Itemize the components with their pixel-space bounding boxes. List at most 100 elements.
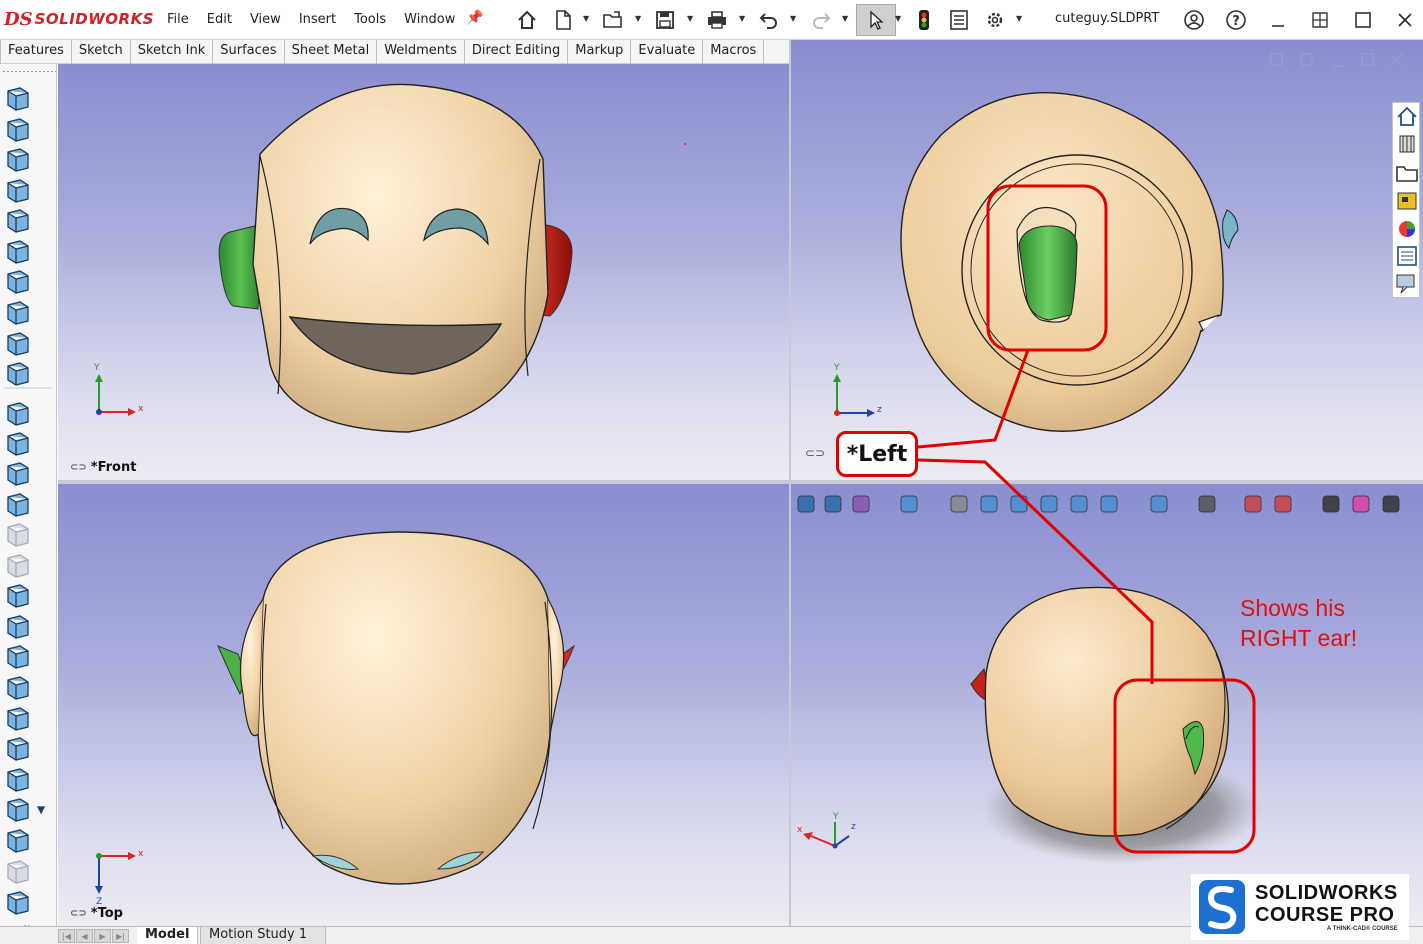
tab-macros[interactable]: Macros [703,40,765,64]
custom-properties-icon[interactable] [1397,246,1417,266]
chevron-down-icon[interactable]: ▼ [583,14,589,23]
head-body[interactable] [257,531,551,885]
viewport-front[interactable]: Y x ⊂⊃ *Front [58,64,789,480]
dome-icon[interactable] [7,707,29,731]
zoom-to-area-icon[interactable] [824,495,842,513]
menu-insert[interactable]: Insert [290,10,345,29]
tab-model[interactable]: Model [137,927,199,944]
menu-file[interactable]: File [158,10,198,29]
wrap-icon[interactable] [7,554,29,578]
view-palette-icon[interactable] [1397,192,1417,210]
chevron-down-icon[interactable]: ▼ [1016,14,1022,23]
move-copy-icon[interactable] [7,860,29,884]
tab-markup[interactable]: Markup [568,40,632,64]
tab-evaluate[interactable]: Evaluate [631,40,704,64]
tab-direct-editing[interactable]: Direct Editing [465,40,569,64]
shell-icon[interactable] [7,523,29,547]
hole-wizard-icon[interactable] [7,270,29,294]
horizontal-splitter[interactable] [58,480,1423,484]
intersect-icon[interactable] [7,584,29,608]
redo-icon[interactable] [808,7,834,33]
prev-tab-icon[interactable]: ◀ [76,929,93,943]
linear-pattern-icon[interactable] [7,432,29,456]
appearance-color-icon[interactable] [1244,495,1262,513]
options-gear-icon[interactable] [982,7,1008,33]
maximize-icon[interactable] [1350,7,1376,33]
mirror-icon[interactable] [7,798,29,822]
design-library-icon[interactable] [1399,135,1415,153]
rainbow-display-icon[interactable] [1352,495,1370,513]
edit-appearance-icon[interactable] [1070,495,1088,513]
lofted-boss-icon[interactable] [7,179,29,203]
file-properties-icon[interactable] [946,7,972,33]
draft-icon[interactable] [7,493,29,517]
section-view-icon[interactable] [900,495,918,513]
zoom-to-fit-icon[interactable] [797,495,815,513]
home-icon[interactable] [514,7,540,33]
next-tab-icon[interactable]: ▶ [94,929,111,943]
tab-weldments[interactable]: Weldments [377,40,465,64]
pin-icon[interactable]: 📌 [466,10,483,26]
tab-sketch[interactable]: Sketch [72,40,131,64]
realview-icon[interactable] [1322,495,1340,513]
menu-view[interactable]: View [241,10,290,29]
undo-icon[interactable] [756,7,782,33]
chevron-down-icon[interactable]: ▼ [842,14,848,23]
home-icon[interactable] [1397,106,1417,126]
head-body[interactable] [984,586,1230,837]
swept-boss-icon[interactable] [7,148,29,172]
solidworks-logo[interactable]: DS SOLIDWORKS [4,6,154,32]
new-document-icon[interactable] [550,7,576,33]
lofted-cut-icon[interactable] [7,362,29,386]
head-body[interactable] [252,83,549,433]
menu-edit[interactable]: Edit [198,10,241,29]
chevron-down-icon[interactable]: ▼ [37,804,45,814]
print-icon[interactable] [704,7,730,33]
tab-sheet-metal[interactable]: Sheet Metal [285,40,378,64]
last-tab-icon[interactable]: ▶| [112,929,129,943]
viewport-left[interactable]: Y z [791,40,1423,480]
save-icon[interactable] [652,7,678,33]
menu-tools[interactable]: Tools [345,10,395,29]
first-tab-icon[interactable]: |◀ [58,929,75,943]
restore-icon[interactable] [1307,7,1333,33]
chevron-down-icon[interactable]: ▼ [895,14,901,23]
chevron-down-icon[interactable]: ▼ [739,14,745,23]
view-settings-icon[interactable] [1150,495,1168,513]
select-cursor-icon[interactable] [856,4,896,36]
link-views-icon[interactable]: ⊂⊃ [70,908,87,919]
previous-view-icon[interactable] [852,495,870,513]
viewport-window-controls[interactable] [1270,53,1403,67]
viewport-top[interactable]: x Z ⊂⊃ *Top [58,484,789,926]
boundary-boss-icon[interactable] [7,209,29,233]
menu-window[interactable]: Window [395,10,464,29]
link-views-icon[interactable]: ⊂⊃ [70,462,87,473]
file-explorer-icon[interactable] [1396,166,1418,182]
tab-surfaces[interactable]: Surfaces [213,40,285,64]
display-style-icon[interactable] [1010,495,1028,513]
apply-scene-icon[interactable] [1100,495,1118,513]
tab-features[interactable]: Features [0,40,72,64]
chevron-down-icon[interactable]: ▼ [790,14,796,23]
revolved-cut-icon[interactable] [7,301,29,325]
extruded-cut-icon[interactable] [7,240,29,264]
scene-icon[interactable] [1274,495,1292,513]
revolved-boss-icon[interactable] [7,118,29,142]
indent-icon[interactable] [7,768,29,792]
minimize-icon[interactable] [1265,7,1291,33]
tab-sketch-ink[interactable]: Sketch Ink [131,40,214,64]
flex-icon[interactable] [7,737,29,761]
hide-show-items-icon[interactable] [1040,495,1058,513]
close-icon[interactable] [1392,7,1418,33]
forum-icon[interactable] [1396,274,1415,294]
help-icon[interactable]: ? [1223,7,1249,33]
open-folder-icon[interactable] [600,7,626,33]
extruded-boss-icon[interactable] [7,87,29,111]
rib-icon[interactable] [7,462,29,486]
monitor-display-icon[interactable] [1382,495,1400,513]
user-icon[interactable] [1181,7,1207,33]
viewport-isometric[interactable]: x Y z [791,484,1423,926]
chevron-down-icon[interactable]: ▼ [635,14,641,23]
link-views-icon[interactable]: ⊂⊃ [805,446,825,460]
thicken-icon[interactable] [7,891,29,915]
